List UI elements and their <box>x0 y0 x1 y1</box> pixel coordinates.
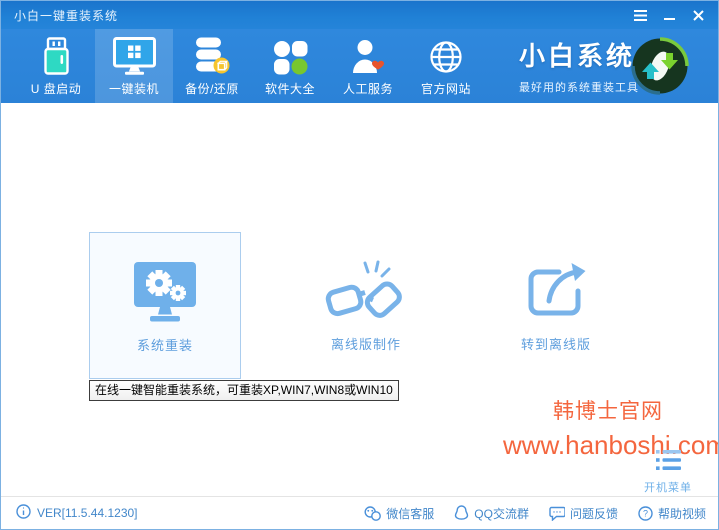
window-controls <box>630 5 718 25</box>
main-area: 系统重装 离线版制作 <box>1 103 718 498</box>
wechat-support-link[interactable]: 微信客服 <box>364 505 434 522</box>
nav-label: 官方网站 <box>421 80 471 97</box>
nav-item-one-click-install[interactable]: 一键装机 <box>95 29 173 103</box>
titlebar: 小白一键重装系统 <box>1 1 718 29</box>
nav-label: 一键装机 <box>109 80 159 97</box>
status-links: 微信客服 QQ交流群 问题反馈 ? <box>364 505 718 522</box>
info-icon <box>16 504 31 522</box>
feedback-link[interactable]: 问题反馈 <box>549 505 618 522</box>
minimize-button[interactable] <box>659 5 679 25</box>
close-button[interactable] <box>688 5 708 25</box>
nav-item-official-website[interactable]: 官方网站 <box>407 29 485 103</box>
menu-button[interactable] <box>630 5 650 25</box>
brand: 小白系统 最好用的系统重装工具 <box>519 36 639 95</box>
qq-icon <box>454 505 469 521</box>
window-title: 小白一键重装系统 <box>1 7 118 24</box>
nav-label: 软件大全 <box>265 80 315 97</box>
nav-item-software-collection[interactable]: 软件大全 <box>251 29 329 103</box>
nav-item-customer-service[interactable]: 人工服务 <box>329 29 407 103</box>
nav-label: 备份/还原 <box>185 80 239 97</box>
status-link-label: 问题反馈 <box>570 505 618 522</box>
status-link-label: 微信客服 <box>386 505 434 522</box>
help-video-link[interactable]: ? 帮助视频 <box>638 505 706 522</box>
boot-menu-button[interactable]: 开机菜单 <box>630 450 706 495</box>
nav-item-usb-boot[interactable]: U 盘启动 <box>17 29 95 103</box>
wechat-icon <box>364 506 381 521</box>
backup-restore-icon <box>195 35 230 75</box>
close-icon <box>693 10 704 21</box>
qq-group-link[interactable]: QQ交流群 <box>454 505 529 522</box>
official-website-icon <box>428 35 464 75</box>
app-window: 小白一键重装系统 <box>0 0 719 530</box>
usb-drive-icon <box>41 35 72 75</box>
status-link-label: 帮助视频 <box>658 505 706 522</box>
version-info: VER[11.5.44.1230] <box>1 504 138 522</box>
feature-goto-offline[interactable]: 转到离线版 <box>480 232 632 379</box>
feature-system-reinstall[interactable]: 系统重装 <box>89 232 241 379</box>
brand-tagline: 最好用的系统重装工具 <box>519 79 639 95</box>
nav-label: U 盘启动 <box>31 80 82 97</box>
brand-name: 小白系统 <box>519 36 639 73</box>
system-reinstall-icon <box>126 259 204 325</box>
customer-service-icon <box>351 35 386 75</box>
boot-menu-list-icon <box>656 458 681 475</box>
watermark-line1: 韩博士官网 <box>503 395 713 425</box>
feature-label: 离线版制作 <box>331 334 401 353</box>
tooltip: 在线一键智能重装系统，可重装XP,WIN7,WIN8或WIN10 <box>89 380 399 401</box>
feature-label: 系统重装 <box>137 335 193 354</box>
nav-label: 人工服务 <box>343 80 393 97</box>
hamburger-menu-icon <box>634 10 647 21</box>
status-link-label: QQ交流群 <box>474 505 529 522</box>
brand-logo-icon <box>631 37 689 95</box>
goto-offline-icon <box>523 258 589 324</box>
offline-maker-icon <box>323 258 409 324</box>
minimize-icon <box>664 10 675 21</box>
help-video-icon: ? <box>638 506 653 521</box>
one-click-install-icon <box>113 35 156 75</box>
software-collection-icon <box>273 35 308 75</box>
version-text: VER[11.5.44.1230] <box>37 506 138 520</box>
navbar: U 盘启动 一键装机 <box>1 29 718 103</box>
nav-item-backup-restore[interactable]: 备份/还原 <box>173 29 251 103</box>
svg-text:?: ? <box>643 508 648 518</box>
feature-offline-maker[interactable]: 离线版制作 <box>290 232 442 379</box>
feedback-icon <box>549 506 565 521</box>
feature-label: 转到离线版 <box>521 334 591 353</box>
nav-items: U 盘启动 一键装机 <box>17 29 485 103</box>
boot-menu-label: 开机菜单 <box>630 479 706 495</box>
statusbar: VER[11.5.44.1230] 微信客服 QQ交流群 <box>1 496 718 529</box>
